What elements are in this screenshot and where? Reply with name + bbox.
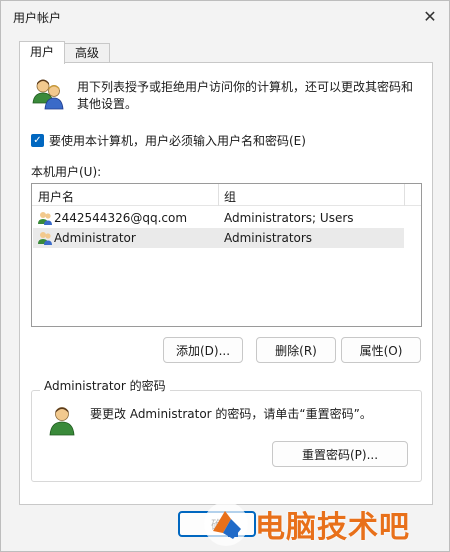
- table-row[interactable]: 2442544326@qq.com Administrators; Users: [33, 208, 404, 228]
- column-divider[interactable]: [404, 184, 405, 206]
- watermark-text: 电脑技术吧: [255, 509, 410, 545]
- row-username: 2442544326@qq.com: [54, 211, 188, 225]
- watermark-logo-icon: [204, 501, 248, 546]
- row-group: Administrators: [224, 231, 313, 245]
- require-login-label: 要使用本计算机，用户必须输入用户名和密码(E): [49, 134, 306, 148]
- user-accounts-window: 用户帐户 ✕ 用户 高级 用下列表授予或拒绝用户访问你的计算机，还可以更改其密码…: [0, 0, 450, 552]
- user-icon: [38, 212, 52, 225]
- password-group-title: Administrator 的密码: [40, 377, 170, 394]
- row-group: Administrators; Users: [224, 211, 354, 225]
- checkmark-icon[interactable]: ✓: [31, 134, 44, 147]
- users-icon: [32, 79, 64, 110]
- watermark: 电脑技术吧: [201, 496, 450, 551]
- local-users-label: 本机用户(U):: [31, 165, 102, 179]
- users-list[interactable]: 用户名 组 2442544326@qq.com Administrators; …: [31, 183, 422, 327]
- delete-user-button[interactable]: 删除(R): [256, 337, 336, 363]
- window-title: 用户帐户: [13, 11, 62, 25]
- properties-button[interactable]: 属性(O): [341, 337, 421, 363]
- title-bar: 用户帐户 ✕: [1, 1, 449, 31]
- column-divider[interactable]: [218, 184, 219, 206]
- users-tab-panel: 用下列表授予或拒绝用户访问你的计算机，还可以更改其密码和其他设置。 ✓ 要使用本…: [19, 62, 433, 505]
- column-group[interactable]: 组: [224, 188, 236, 205]
- user-icon: [38, 232, 52, 245]
- tab-advanced[interactable]: 高级: [64, 43, 111, 63]
- close-button[interactable]: ✕: [417, 4, 443, 28]
- require-login-option[interactable]: ✓ 要使用本计算机，用户必须输入用户名和密码(E): [31, 132, 306, 149]
- password-instructions: 要更改 Administrator 的密码，请单击“重置密码”。: [90, 407, 372, 421]
- list-header: 用户名 组: [32, 184, 421, 206]
- add-user-button[interactable]: 添加(D)...: [163, 337, 243, 363]
- user-password-icon: [49, 407, 75, 436]
- tab-users[interactable]: 用户: [19, 41, 66, 64]
- column-username[interactable]: 用户名: [38, 188, 74, 205]
- close-icon: ✕: [423, 6, 437, 26]
- tab-strip: 用户 高级: [19, 41, 111, 64]
- intro-text: 用下列表授予或拒绝用户访问你的计算机，还可以更改其密码和其他设置。: [77, 80, 414, 111]
- reset-password-button[interactable]: 重置密码(P)...: [272, 441, 408, 467]
- row-username: Administrator: [54, 231, 136, 245]
- password-group: [31, 390, 422, 482]
- table-row[interactable]: Administrator Administrators: [33, 228, 404, 248]
